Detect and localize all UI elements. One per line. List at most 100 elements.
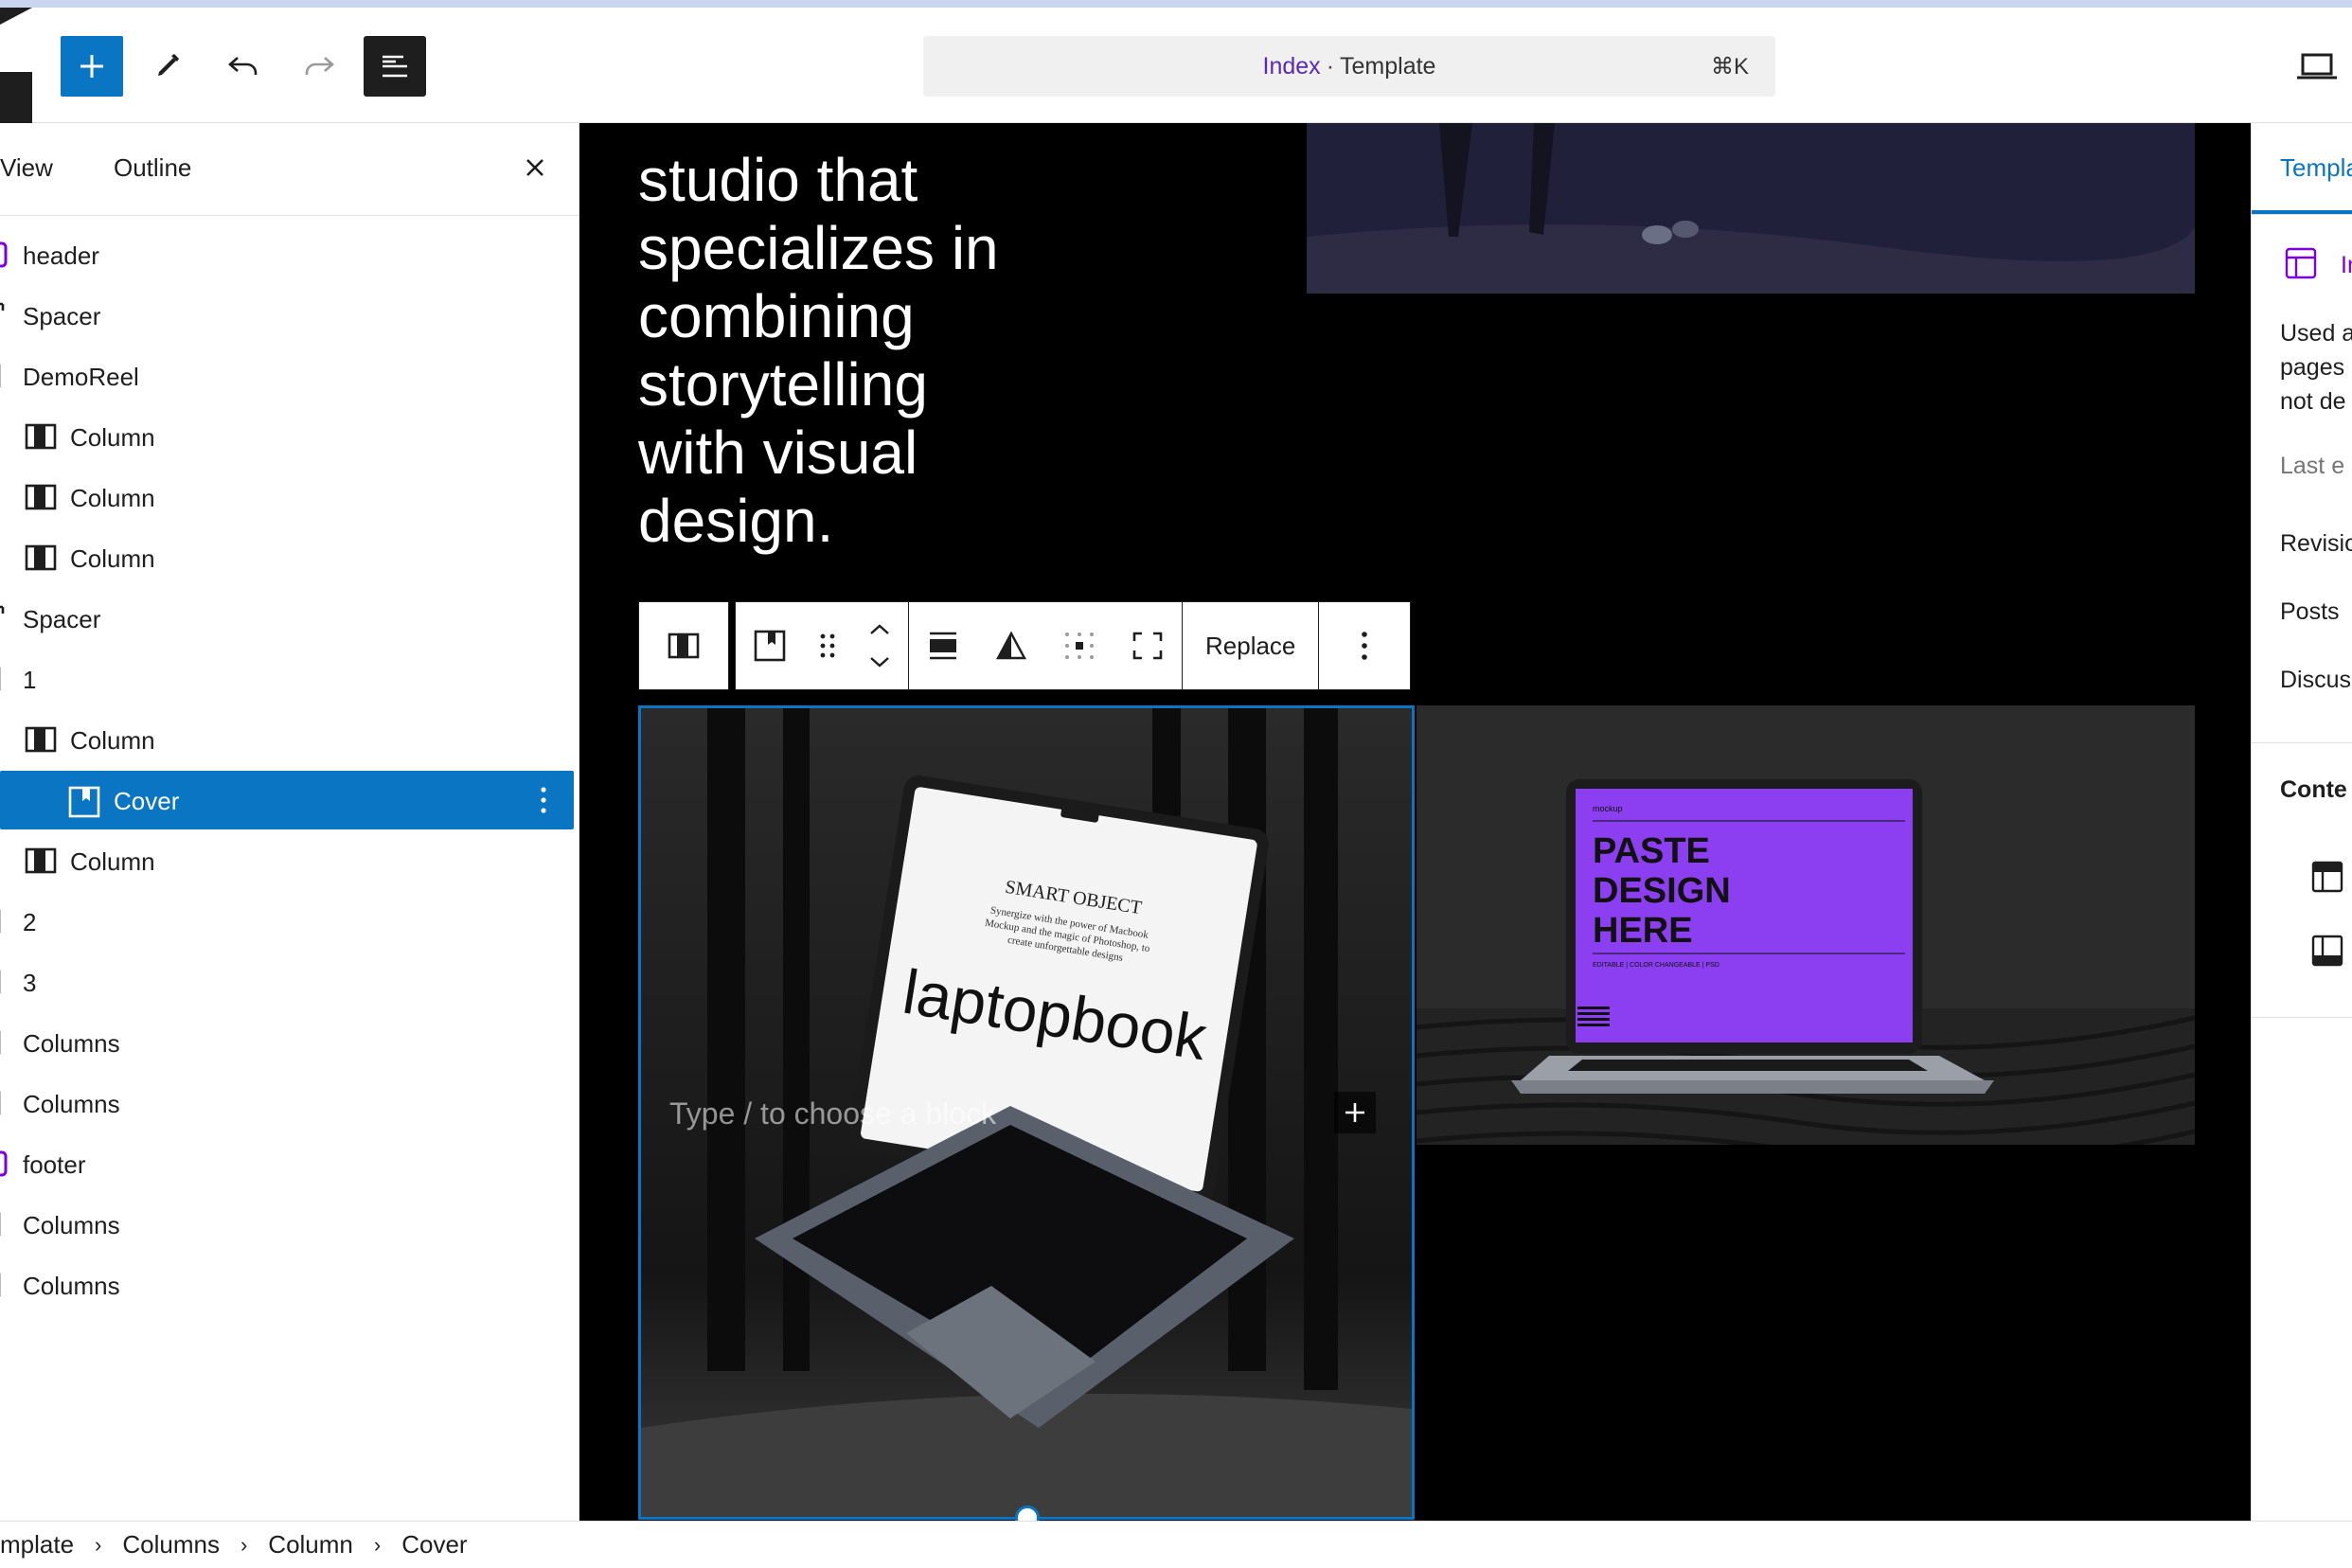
- list-item[interactable]: Spacer: [0, 286, 574, 345]
- column-icon: [668, 633, 700, 659]
- demo-reel-image[interactable]: [1307, 123, 2195, 294]
- revisions-row[interactable]: Revisio: [2280, 530, 2352, 558]
- list-view-icon: [383, 55, 407, 78]
- cover-placeholder-text[interactable]: Type / to choose a block: [669, 1096, 996, 1131]
- cover-block-selected[interactable]: SMART OBJECT Synergize with the power of…: [638, 705, 1415, 1520]
- list-item[interactable]: footer: [0, 1134, 574, 1193]
- inline-add-block-button[interactable]: [1334, 1092, 1376, 1133]
- redo-button[interactable]: [288, 36, 350, 97]
- duotone-icon: [995, 631, 1027, 660]
- paste-line1: PASTE: [1593, 831, 1710, 871]
- list-item[interactable]: 1: [0, 650, 574, 708]
- duotone-button[interactable]: [977, 602, 1045, 689]
- list-item-label: 3: [23, 969, 37, 997]
- tab-template[interactable]: Template: [2280, 153, 2352, 183]
- list-item-label: Spacer: [23, 302, 101, 330]
- position-grid-icon: [1065, 633, 1094, 659]
- cover-block[interactable]: mockup PASTE DESIGN HERE EDITABLE | COLO…: [1417, 705, 2195, 1145]
- list-item-label: 2: [23, 908, 37, 936]
- document-type: Template: [1340, 52, 1436, 80]
- more-options-icon[interactable]: [538, 784, 549, 816]
- title-separator: ·: [1326, 52, 1335, 80]
- template-description: not de: [2280, 388, 2346, 415]
- options-group: [1319, 601, 1412, 690]
- hero-paragraph[interactable]: studio that specializes in combining sto…: [638, 123, 1149, 555]
- list-item-label: DemoReel: [23, 363, 139, 391]
- column-icon: [25, 543, 57, 572]
- list-item[interactable]: 2: [0, 892, 574, 951]
- document-title[interactable]: Index: [1263, 53, 1321, 80]
- settings-sidebar: Template Index Used as pages not de Last…: [2251, 123, 2352, 1521]
- redo-icon: [305, 57, 334, 75]
- mockup-fine-print: EDITABLE | COLOR CHANGEABLE | PSD: [1593, 962, 1719, 969]
- divider: [2252, 742, 2352, 743]
- cover-icon: [68, 786, 100, 818]
- breadcrumb-columns[interactable]: Columns: [122, 1530, 220, 1559]
- tab-list-view[interactable]: View: [0, 153, 53, 183]
- list-item[interactable]: Column: [0, 528, 574, 587]
- block-toolbar: Replace: [638, 601, 1412, 690]
- list-item[interactable]: Cover: [0, 771, 574, 829]
- list-item[interactable]: Columns: [0, 1195, 574, 1254]
- list-item[interactable]: Columns: [0, 1013, 574, 1072]
- layout-icon: [2285, 247, 2317, 279]
- site-icon[interactable]: [0, 8, 32, 123]
- close-list-view-button[interactable]: [519, 151, 551, 184]
- parent-selector-group: [638, 601, 729, 690]
- list-item[interactable]: header: [0, 225, 574, 284]
- tab-outline[interactable]: Outline: [114, 153, 191, 183]
- list-item[interactable]: Columns: [0, 1256, 574, 1314]
- list-item-label: Column: [70, 544, 155, 573]
- list-item[interactable]: Spacer: [0, 589, 574, 648]
- column-icon: [25, 483, 57, 511]
- list-item[interactable]: Column: [0, 407, 574, 466]
- hero-line: storytelling: [638, 350, 928, 419]
- drag-handle[interactable]: [804, 602, 851, 689]
- list-item-label: header: [23, 241, 99, 270]
- content-item[interactable]: [2310, 860, 2344, 899]
- content-position-button[interactable]: [1045, 602, 1114, 689]
- command-palette-bar[interactable]: Index · Template ⌘K: [923, 36, 1775, 97]
- list-item[interactable]: 3: [0, 953, 574, 1011]
- undo-button[interactable]: [212, 36, 275, 97]
- select-parent-button[interactable]: [639, 602, 728, 689]
- breadcrumb-column[interactable]: Column: [268, 1530, 353, 1559]
- keyboard-shortcut: ⌘K: [1710, 54, 1749, 80]
- posts-row[interactable]: Posts: [2280, 598, 2340, 626]
- hero-line: with visual: [638, 419, 918, 487]
- desktop-icon: [2297, 53, 2337, 80]
- cover-icon: [754, 630, 786, 662]
- block-type-button[interactable]: [736, 602, 804, 689]
- list-item[interactable]: Column: [0, 468, 574, 526]
- block-options-button[interactable]: [1319, 602, 1410, 689]
- template-description: Used as: [2280, 320, 2352, 347]
- column-icon: [25, 846, 57, 875]
- tools-button[interactable]: [136, 36, 199, 97]
- align-button[interactable]: [909, 602, 977, 689]
- replace-button[interactable]: Replace: [1183, 602, 1318, 689]
- list-item[interactable]: Columns: [0, 1074, 574, 1132]
- more-vertical-icon: [1362, 632, 1368, 660]
- list-item-label: Columns: [23, 1090, 120, 1118]
- list-item[interactable]: Column: [0, 831, 574, 890]
- editor-canvas[interactable]: studio that specializes in combining sto…: [579, 123, 2251, 1521]
- plus-icon: [1345, 1103, 1364, 1122]
- list-item[interactable]: Column: [0, 710, 574, 769]
- breadcrumb-separator: ›: [95, 1532, 102, 1557]
- list-item-label: Cover: [114, 787, 180, 815]
- breadcrumb-cover[interactable]: Cover: [401, 1530, 467, 1559]
- list-item[interactable]: DemoReel: [0, 347, 574, 405]
- header-part-icon: [2311, 861, 2343, 893]
- preview-device-button[interactable]: [2293, 47, 2341, 85]
- breadcrumb-template[interactable]: mplate: [0, 1530, 74, 1559]
- list-view-button[interactable]: [364, 36, 426, 97]
- add-block-button[interactable]: [61, 36, 123, 97]
- paste-line2: DESIGN: [1593, 871, 1731, 911]
- browser-top-strip: [0, 0, 2352, 8]
- discussion-row[interactable]: Discus: [2280, 667, 2351, 694]
- content-item[interactable]: [2310, 934, 2344, 972]
- undo-icon: [228, 57, 258, 75]
- content-heading: Conte: [2280, 776, 2347, 803]
- move-up-down-button[interactable]: [851, 602, 908, 689]
- full-height-button[interactable]: [1114, 602, 1182, 689]
